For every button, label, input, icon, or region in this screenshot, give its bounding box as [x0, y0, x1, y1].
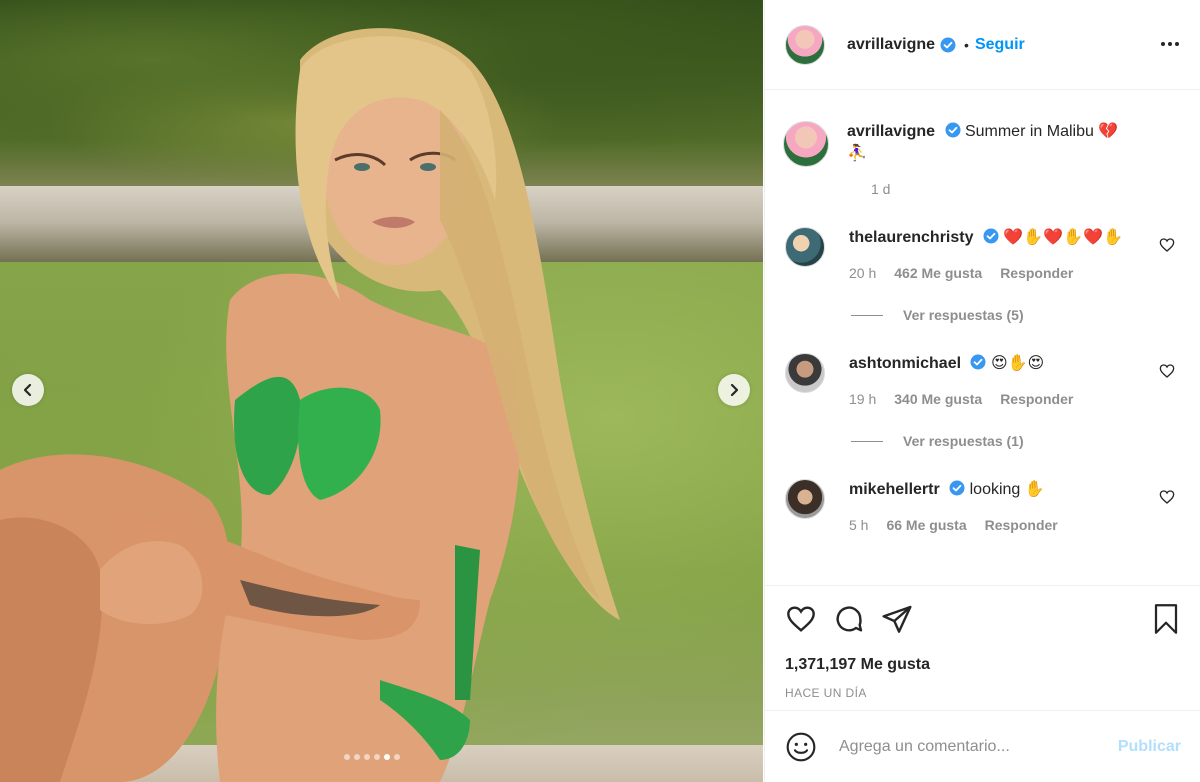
- caption-time[interactable]: 1 d: [871, 181, 1181, 197]
- share-button[interactable]: [881, 603, 913, 635]
- replies-divider-line: [851, 314, 883, 316]
- next-slide-button[interactable]: [718, 374, 750, 406]
- carousel-dot-active: [384, 754, 390, 760]
- emoji-smiley-icon[interactable]: [785, 731, 817, 763]
- comment-button[interactable]: [833, 603, 865, 635]
- post-side-panel: avrillavigne • Seguir avrillavigne Summe…: [764, 0, 1200, 782]
- author-username[interactable]: avrillavigne: [847, 36, 935, 54]
- speech-bubble-icon: [836, 606, 863, 632]
- comment-item: thelaurenchristy ❤️✋❤️✋❤️✋ 20 h 462 Me g…: [785, 227, 1181, 281]
- caption-text: Summer in Malibu 💔: [964, 123, 1119, 140]
- comment-like-heart-icon[interactable]: [1159, 237, 1175, 253]
- chevron-left-icon: [23, 383, 32, 397]
- carousel-dot: [344, 754, 350, 760]
- post-header: avrillavigne • Seguir: [765, 0, 1200, 90]
- commenter-avatar[interactable]: [785, 227, 825, 267]
- comment-text: ❤️✋❤️✋❤️✋: [1003, 229, 1123, 246]
- photo-subject: [0, 28, 620, 782]
- commenter-username[interactable]: thelaurenchristy: [849, 229, 973, 246]
- comment-likes[interactable]: 462 Me gusta: [894, 265, 982, 281]
- like-button[interactable]: [785, 603, 817, 635]
- view-replies-button[interactable]: Ver respuestas (1): [851, 433, 1181, 449]
- comment-input[interactable]: [839, 737, 1118, 756]
- view-replies-label: Ver respuestas (1): [903, 433, 1024, 449]
- post-caption: avrillavigne Summer in Malibu 💔 ⛹️‍♀️: [783, 121, 1181, 167]
- comment-like-heart-icon[interactable]: [1159, 363, 1175, 379]
- comment-like-heart-icon[interactable]: [1159, 489, 1175, 505]
- post-actions: 1,371,197 Me gusta HACE UN DÍA: [765, 585, 1200, 710]
- publish-button[interactable]: Publicar: [1118, 738, 1181, 756]
- verified-badge-icon: [949, 480, 965, 496]
- comment-item: mikehellertr looking ✋ 5 h 66 Me gusta R…: [785, 479, 1181, 533]
- previous-slide-button[interactable]: [12, 374, 44, 406]
- carousel-dot: [354, 754, 360, 760]
- comment-item: ashtonmichael 😍✋😍 19 h 340 Me gusta Resp…: [785, 353, 1181, 407]
- carousel-dot: [394, 754, 400, 760]
- carousel-indicator: [344, 754, 400, 760]
- follow-button[interactable]: Seguir: [975, 36, 1025, 54]
- verified-badge-icon: [945, 122, 960, 138]
- comment-time[interactable]: 20 h: [849, 265, 876, 281]
- carousel-dot: [364, 754, 370, 760]
- author-avatar[interactable]: [785, 24, 825, 65]
- likes-count[interactable]: 1,371,197 Me gusta: [785, 656, 1181, 674]
- comments-list[interactable]: avrillavigne Summer in Malibu 💔 ⛹️‍♀️ 1 …: [765, 91, 1200, 585]
- post-time[interactable]: HACE UN DÍA: [785, 686, 1181, 700]
- comment-text: looking ✋: [969, 481, 1045, 498]
- verified-badge-icon: [983, 228, 999, 244]
- comment-likes[interactable]: 66 Me gusta: [886, 517, 966, 533]
- caption-author-avatar[interactable]: [783, 121, 829, 167]
- reply-button[interactable]: Responder: [1000, 265, 1073, 281]
- comment-time[interactable]: 5 h: [849, 517, 868, 533]
- commenter-avatar[interactable]: [785, 479, 825, 519]
- paper-plane-icon: [882, 605, 912, 633]
- verified-badge-icon: [970, 354, 986, 370]
- verified-badge-icon: [940, 37, 956, 52]
- more-options-icon[interactable]: [1160, 34, 1180, 54]
- reply-button[interactable]: Responder: [985, 517, 1058, 533]
- post-photo[interactable]: [0, 0, 763, 782]
- comment-time[interactable]: 19 h: [849, 391, 876, 407]
- save-button[interactable]: [1151, 602, 1181, 636]
- view-replies-button[interactable]: Ver respuestas (5): [851, 307, 1181, 323]
- caption-username[interactable]: avrillavigne: [847, 123, 935, 140]
- view-replies-label: Ver respuestas (5): [903, 307, 1024, 323]
- commenter-avatar[interactable]: [785, 353, 825, 393]
- comment-likes[interactable]: 340 Me gusta: [894, 391, 982, 407]
- replies-divider-line: [851, 440, 883, 442]
- bookmark-icon: [1154, 604, 1178, 634]
- commenter-username[interactable]: ashtonmichael: [849, 355, 961, 372]
- carousel-dot: [374, 754, 380, 760]
- caption-emoji: ⛹️‍♀️: [847, 145, 867, 162]
- heart-icon: [787, 606, 815, 632]
- comment-text: 😍✋😍: [990, 355, 1045, 372]
- comment-composer: Publicar: [765, 710, 1200, 782]
- separator-bullet: •: [964, 36, 969, 53]
- commenter-username[interactable]: mikehellertr: [849, 481, 940, 498]
- chevron-right-icon: [730, 383, 739, 397]
- reply-button[interactable]: Responder: [1000, 391, 1073, 407]
